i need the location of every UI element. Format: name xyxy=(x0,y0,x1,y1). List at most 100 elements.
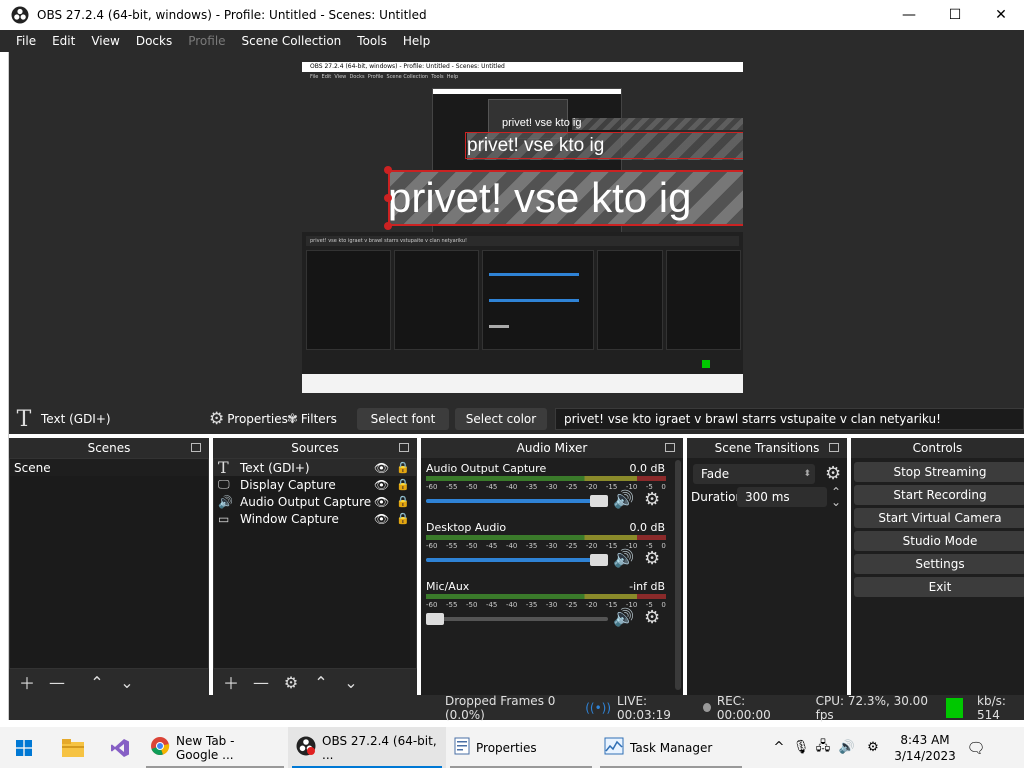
add-scene-icon[interactable]: ＋ xyxy=(17,670,37,694)
remove-scene-icon[interactable]: — xyxy=(47,673,67,692)
chrome-icon xyxy=(150,736,170,759)
minimize-button[interactable]: — xyxy=(886,0,932,30)
remove-source-icon[interactable]: — xyxy=(251,673,271,692)
start-virtual-camera-button[interactable]: Start Virtual Camera xyxy=(854,508,1024,528)
channel-settings-icon[interactable]: ⚙ xyxy=(644,489,660,510)
menu-file[interactable]: File xyxy=(8,34,44,48)
move-down-icon[interactable]: ⌄ xyxy=(117,673,137,692)
volume-slider[interactable] xyxy=(426,613,608,625)
source-item[interactable]: T Text (GDI+) 👁 🔒 xyxy=(214,458,416,477)
eye-icon[interactable]: 👁 xyxy=(374,495,396,509)
settings-button[interactable]: Settings xyxy=(854,554,1024,574)
transition-properties-icon[interactable]: ⚙ xyxy=(825,463,841,484)
channel-settings-icon[interactable]: ⚙ xyxy=(644,607,660,628)
menu-docks[interactable]: Docks xyxy=(128,34,180,48)
scenes-header: Scenes xyxy=(9,438,209,458)
close-button[interactable]: ✕ xyxy=(978,0,1024,30)
source-item[interactable]: ▭ Window Capture 👁 🔒 xyxy=(214,510,416,527)
clock[interactable]: 8:43 AM 3/14/2023 xyxy=(892,732,958,764)
maximize-button[interactable]: ☐ xyxy=(932,0,978,30)
volume-slider[interactable] xyxy=(426,495,608,507)
source-item[interactable]: 🔊 Audio Output Capture 👁 🔒 xyxy=(214,493,416,510)
taskbar-app-task-manager[interactable]: Task Manager xyxy=(596,727,746,768)
move-up-icon[interactable]: ⌃ xyxy=(87,673,107,692)
float-dock-icon[interactable] xyxy=(399,443,409,452)
clock-date: 3/14/2023 xyxy=(894,748,956,763)
move-down-icon[interactable]: ⌄ xyxy=(341,673,361,692)
volume-icon[interactable]: 🔊 xyxy=(834,740,860,755)
mute-speaker-icon[interactable]: 🔊 xyxy=(613,608,634,628)
selection-handle[interactable] xyxy=(384,222,392,230)
channel-settings-icon[interactable]: ⚙ xyxy=(644,548,660,569)
selection-handle[interactable] xyxy=(384,166,392,174)
menu-tools[interactable]: Tools xyxy=(349,34,395,48)
mixer-scrollbar[interactable] xyxy=(675,460,681,690)
source-properties-icon[interactable]: ⚙ xyxy=(281,673,301,692)
taskbar-app-chrome[interactable]: New Tab - Google ... xyxy=(142,727,288,768)
move-up-icon[interactable]: ⌃ xyxy=(311,673,331,692)
menu-scene-collection[interactable]: Scene Collection xyxy=(234,34,350,48)
mute-speaker-icon[interactable]: 🔊 xyxy=(613,549,634,569)
transitions-dock: Scene Transitions Fade ⬍ ⚙ Duration 300 … xyxy=(687,438,847,695)
transition-select[interactable]: Fade ⬍ xyxy=(693,463,815,484)
taskbar-app-label: New Tab - Google ... xyxy=(176,733,235,762)
lock-icon[interactable]: 🔒 xyxy=(396,461,416,474)
menu-help[interactable]: Help xyxy=(395,34,438,48)
eye-icon[interactable]: 👁 xyxy=(374,478,396,492)
notifications-icon[interactable]: 🗨 xyxy=(958,739,994,757)
visual-studio-icon[interactable] xyxy=(98,727,142,768)
taskbar-app-obs[interactable]: OBS 27.2.4 (64-bit, ... xyxy=(288,727,446,768)
filters-button[interactable]: ✾ Filters xyxy=(279,408,339,430)
volume-slider-handle[interactable] xyxy=(426,613,444,625)
volume-slider-handle[interactable] xyxy=(590,495,608,507)
add-source-icon[interactable]: ＋ xyxy=(221,670,241,694)
menu-edit[interactable]: Edit xyxy=(44,34,83,48)
system-tray: ^ 🎙 🖧 🔊 ⚙ 8:43 AM 3/14/2023 🗨 xyxy=(768,727,994,768)
stepper-icon[interactable]: ⌃ ⌄ xyxy=(831,486,841,508)
select-color-button[interactable]: Select color xyxy=(455,408,547,430)
duration-row: Duration 300 ms ⌃ ⌄ xyxy=(687,486,847,508)
start-recording-button[interactable]: Start Recording xyxy=(854,485,1024,505)
volume-slider[interactable] xyxy=(426,554,608,566)
scene-item[interactable]: Scene xyxy=(10,459,208,476)
volume-meter xyxy=(426,535,666,540)
meter-tick: -30 xyxy=(545,542,558,550)
lock-icon[interactable]: 🔒 xyxy=(396,478,416,491)
windows-start-icon[interactable] xyxy=(0,727,48,768)
taskbar-app-label: OBS 27.2.4 (64-bit, ... xyxy=(322,733,437,762)
text-value-field[interactable]: privet! vse kto igraet v brawl starrs vs… xyxy=(555,408,1024,430)
audio-mixer-dock: Audio Mixer Audio Output Capture 0.0 dB -6… xyxy=(421,438,683,695)
show-hidden-icons-icon[interactable]: ^ xyxy=(768,740,790,755)
display-capture-preview[interactable]: OBS 27.2.4 (64-bit, windows) - Profile: … xyxy=(302,62,743,393)
selection-handle[interactable] xyxy=(384,194,392,202)
eye-icon[interactable]: 👁 xyxy=(374,512,396,526)
network-icon[interactable]: 🖧 xyxy=(812,737,834,759)
exit-button[interactable]: Exit xyxy=(854,577,1024,597)
settings-gear-icon[interactable]: ⚙ xyxy=(860,740,886,755)
file-explorer-icon[interactable] xyxy=(48,727,98,768)
float-dock-icon[interactable] xyxy=(829,443,839,452)
menu-view[interactable]: View xyxy=(83,34,127,48)
source-item[interactable]: 🖵 Display Capture 👁 🔒 xyxy=(214,476,416,493)
volume-slider-handle[interactable] xyxy=(590,554,608,566)
float-dock-icon[interactable] xyxy=(665,443,675,452)
lock-icon[interactable]: 🔒 xyxy=(396,495,416,508)
microphone-icon[interactable]: 🎙 xyxy=(790,740,812,755)
stop-streaming-button[interactable]: Stop Streaming xyxy=(854,462,1024,482)
select-font-button[interactable]: Select font xyxy=(357,408,449,430)
lock-icon[interactable]: 🔒 xyxy=(396,512,416,525)
window-title: OBS 27.2.4 (64-bit, windows) - Profile: … xyxy=(37,8,427,22)
mixer-channel: Audio Output Capture 0.0 dB -60 -55 -50 -45 -4… xyxy=(421,462,671,518)
mute-speaker-icon[interactable]: 🔊 xyxy=(613,490,634,510)
duration-input[interactable]: 300 ms xyxy=(737,487,827,507)
meter-tick: -55 xyxy=(445,542,458,550)
nested-stripes-small xyxy=(572,118,743,130)
eye-icon[interactable]: 👁 xyxy=(374,461,396,475)
float-dock-icon[interactable] xyxy=(191,443,201,452)
dropped-frames: Dropped Frames 0 (0.0%) xyxy=(445,693,556,722)
source-toolbar: T Text (GDI+) ⚙ Properties ✾ Filters Sel… xyxy=(9,404,1024,434)
properties-button[interactable]: ⚙ Properties xyxy=(207,408,288,430)
taskbar-app-properties[interactable]: Properties xyxy=(446,727,596,768)
studio-mode-button[interactable]: Studio Mode xyxy=(854,531,1024,551)
meter-tick: -25 xyxy=(565,542,578,550)
